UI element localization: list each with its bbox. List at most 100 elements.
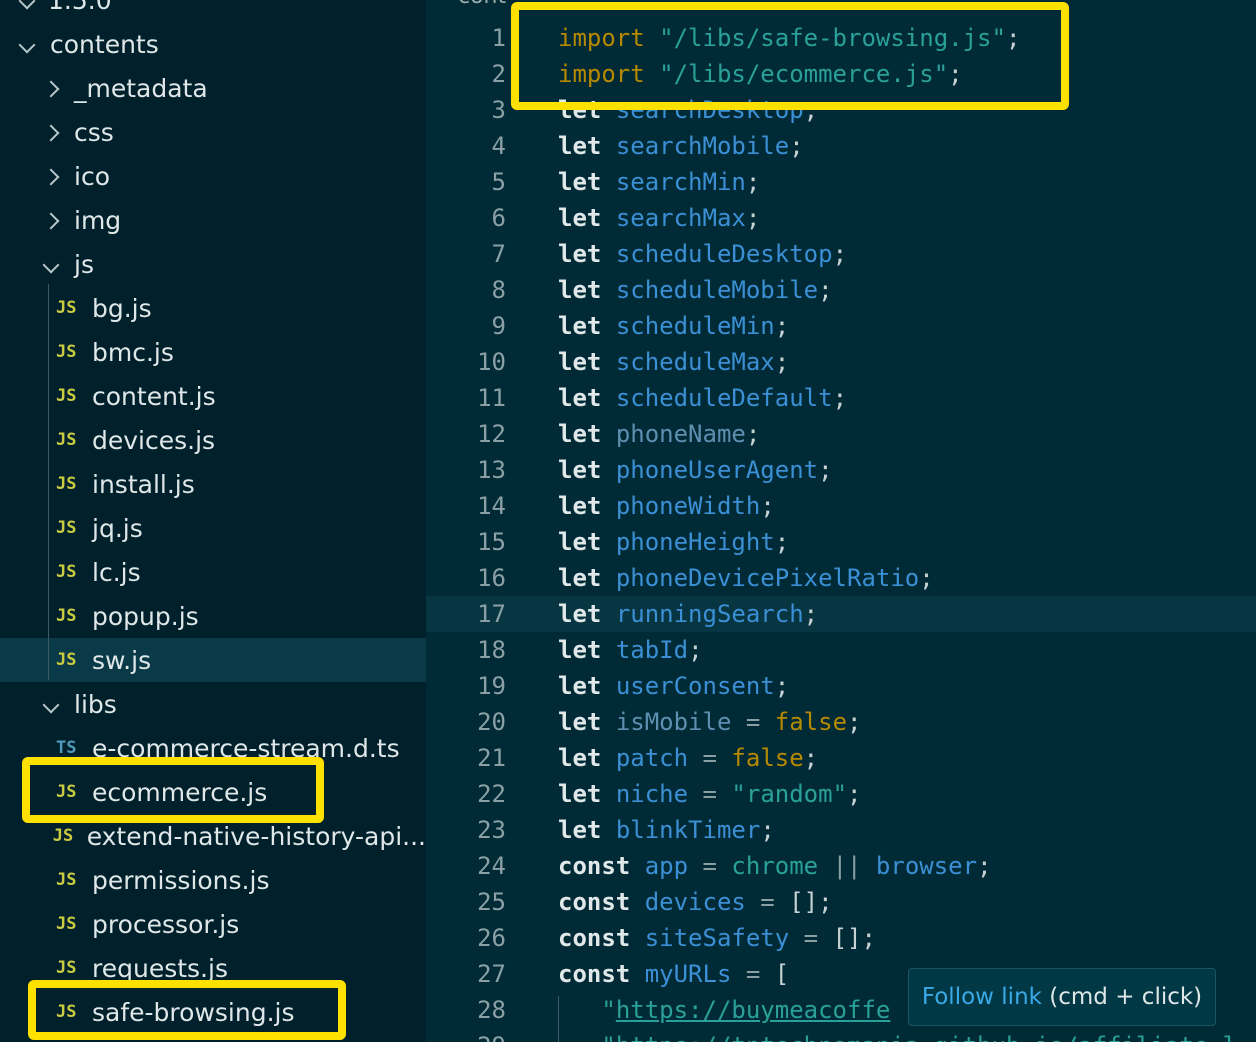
chevron-down-icon: [14, 32, 40, 57]
keyword: let: [558, 672, 602, 700]
code-text: let phoneName;: [558, 420, 760, 448]
chevron-down-icon: [38, 252, 64, 277]
variable-name: scheduleMax: [615, 348, 775, 376]
code-line[interactable]: 12 let phoneName;: [426, 416, 1256, 452]
tree-folder-js[interactable]: js: [0, 242, 426, 286]
code-line[interactable]: 19 let userConsent;: [426, 668, 1256, 704]
line-number: 17: [477, 600, 506, 628]
code-token: ;: [803, 744, 819, 772]
code-text: let searchMobile;: [558, 132, 804, 160]
code-token: =: [745, 888, 790, 916]
code-token: ;: [789, 132, 804, 160]
keyword: let: [558, 564, 602, 592]
javascript-file-icon: JS: [56, 914, 77, 934]
tree-file-label: processor.js: [92, 909, 240, 939]
line-number: 20: [477, 708, 506, 736]
code-text: let phoneDevicePixelRatio;: [558, 564, 934, 592]
line-number: 29: [426, 1032, 558, 1042]
tree-folder-ico[interactable]: ico: [0, 154, 426, 198]
code-line[interactable]: 11 let scheduleDefault;: [426, 380, 1256, 416]
code-line[interactable]: 6 let searchMax;: [426, 200, 1256, 236]
code-editor[interactable]: cont 1import "/libs/safe-browsing.js";2i…: [426, 0, 1256, 1042]
tree-file[interactable]: JS devices.js: [0, 418, 426, 462]
tree-file[interactable]: JS lc.js: [0, 550, 426, 594]
tree-file[interactable]: JS jq.js: [0, 506, 426, 550]
tree-file-label: install.js: [92, 469, 195, 499]
code-line[interactable]: 23 let blinkTimer;: [426, 812, 1256, 848]
tree-file[interactable]: JS install.js: [0, 462, 426, 506]
tree-folder-img[interactable]: img: [0, 198, 426, 242]
code-text: let runningSearch;: [558, 600, 818, 628]
code-line[interactable]: 18 let tabId;: [426, 632, 1256, 668]
code-text: let searchMax;: [558, 204, 760, 232]
keyword: let: [558, 780, 602, 808]
breadcrumb[interactable]: cont: [458, 0, 506, 9]
variable-name: devices: [644, 888, 746, 916]
variable-name: phoneDevicePixelRatio: [615, 564, 920, 592]
code-line[interactable]: 13 let phoneUserAgent;: [426, 452, 1256, 488]
tree-file[interactable]: JS permissions.js: [0, 858, 426, 902]
code-token: =: [688, 744, 732, 772]
code-text: let searchMin;: [558, 168, 760, 196]
code-line[interactable]: 21 let patch = false;: [426, 740, 1256, 776]
code-token: ;: [803, 600, 819, 628]
keyword: const: [558, 852, 631, 880]
code-text: let scheduleDefault;: [558, 384, 847, 412]
variable-name: isMobile: [615, 708, 732, 736]
tooltip-link-text: Follow link: [921, 984, 1042, 1010]
tree-folder-label: css: [74, 117, 114, 147]
variable-name: patch: [615, 744, 689, 772]
code-text: let blinkTimer;: [558, 816, 775, 844]
code-token: ;: [745, 204, 761, 232]
code-line[interactable]: 8 let scheduleMobile;: [426, 272, 1256, 308]
code-line[interactable]: 15 let phoneHeight;: [426, 524, 1256, 560]
code-line[interactable]: 24 const app = chrome || browser;: [426, 848, 1256, 884]
code-text: let phoneHeight;: [558, 528, 789, 556]
code-text: let patch = false;: [558, 744, 818, 772]
tooltip-hint: (cmd + click): [1041, 984, 1203, 1010]
code-text: let phoneUserAgent;: [558, 456, 833, 484]
tree-file[interactable]: JS popup.js: [0, 594, 426, 638]
tree-file[interactable]: JS processor.js: [0, 902, 426, 946]
variable-name: myURLs: [644, 960, 732, 988]
literal-value: "random": [731, 780, 848, 808]
tree-folder-contents[interactable]: contents: [0, 22, 426, 66]
tree-file[interactable]: JS bmc.js: [0, 330, 426, 374]
tree-folder--metadata[interactable]: _metadata: [0, 66, 426, 110]
code-line[interactable]: 20 let isMobile = false;: [426, 704, 1256, 740]
code-line[interactable]: 5 let searchMin;: [426, 164, 1256, 200]
code-line[interactable]: 16 let phoneDevicePixelRatio;: [426, 560, 1256, 596]
code-text: let scheduleMobile;: [558, 276, 833, 304]
tree-folder-libs[interactable]: libs: [0, 682, 426, 726]
tree-file[interactable]: JS bg.js: [0, 286, 426, 330]
code-line[interactable]: 10 let scheduleMax;: [426, 344, 1256, 380]
tree-folder-root[interactable]: 1.5.0: [0, 0, 426, 22]
tree-folder-label: js: [74, 249, 94, 279]
code-line[interactable]: 29 "https://tntechnomania.github.io/affi…: [426, 1028, 1256, 1042]
javascript-file-icon: JS: [56, 958, 77, 978]
tree-file-label: sw.js: [92, 645, 152, 675]
code-line[interactable]: 4 let searchMobile;: [426, 128, 1256, 164]
javascript-file-icon: JS: [56, 562, 77, 582]
line-number: 14: [477, 492, 506, 520]
code-line[interactable]: 14 let phoneWidth;: [426, 488, 1256, 524]
tree-file[interactable]: JS sw.js: [0, 638, 426, 682]
code-text: let isMobile = false;: [558, 708, 861, 736]
variable-name: scheduleMobile: [615, 276, 819, 304]
code-token: =: [789, 924, 833, 952]
code-line[interactable]: 22 let niche = "random";: [426, 776, 1256, 812]
code-token: ;: [774, 348, 790, 376]
keyword: let: [558, 528, 602, 556]
line-number: 28: [477, 996, 506, 1024]
code-line[interactable]: 26 const siteSafety = [];: [426, 920, 1256, 956]
code-line[interactable]: 25 const devices = [];: [426, 884, 1256, 920]
code-line[interactable]: 7 let scheduleDesktop;: [426, 236, 1256, 272]
tree-folder-css[interactable]: css: [0, 110, 426, 154]
tree-file[interactable]: JS content.js: [0, 374, 426, 418]
code-token: ;: [774, 672, 790, 700]
code-line[interactable]: 17 let runningSearch;: [426, 596, 1256, 632]
code-token: =: [688, 780, 732, 808]
code-line[interactable]: 9 let scheduleMin;: [426, 308, 1256, 344]
